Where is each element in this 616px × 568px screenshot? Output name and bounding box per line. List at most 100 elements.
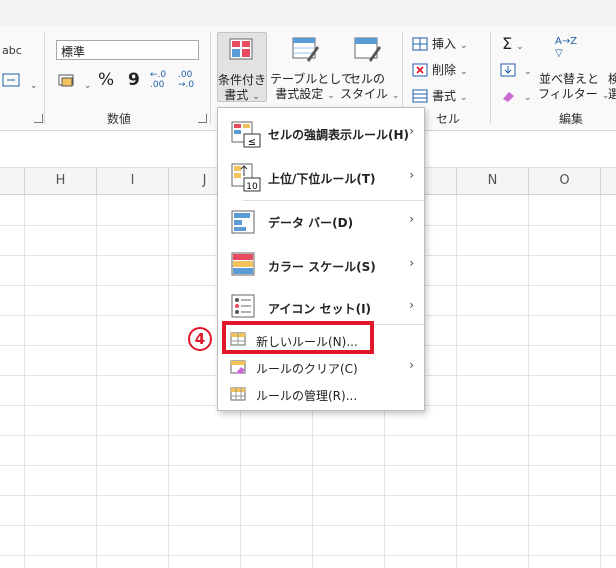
column-header[interactable]: I	[97, 168, 169, 194]
delete-label: 削除	[432, 63, 457, 77]
menu-item-label: 上位/下位ルール(T)	[268, 172, 376, 186]
spelling-button[interactable]: abc	[2, 40, 22, 60]
chevron-down-icon: ⌄	[252, 92, 260, 102]
menu-item-label: アイコン セット(I)	[268, 302, 372, 316]
submenu-arrow-icon: ›	[409, 124, 414, 138]
find-select-button[interactable]: 検選	[604, 32, 616, 102]
number-format-select[interactable]: 標準 ⌄	[56, 40, 199, 60]
conditional-formatting-button[interactable]: 条件付き 書式 ⌄	[217, 32, 267, 102]
percent-icon: %	[98, 70, 115, 90]
format-label: 書式	[432, 89, 457, 103]
decrease-decimal-button[interactable]: .00 →.0	[178, 70, 200, 90]
data-bars-icon	[231, 210, 255, 234]
menu-item-label: セルの強調表示ルール(H)	[268, 128, 410, 142]
svg-text:10: 10	[246, 182, 258, 192]
sort-label-line2: フィルター	[538, 87, 598, 101]
clear-button[interactable]: ⌄	[500, 86, 532, 106]
grid-row-line	[0, 465, 616, 466]
grid-row-line	[0, 495, 616, 496]
chevron-down-icon: ⌄	[61, 43, 70, 54]
top-bottom-icon: 10	[231, 163, 261, 192]
conditional-formatting-menu: ≤ セルの強調表示ルール(H) › 10 上位/下位ルール(T) › データ バ…	[217, 107, 425, 411]
group-label-edit: 編集	[559, 112, 584, 126]
sort-label-line1: 並べ替えと	[538, 72, 599, 86]
cell-styles-button[interactable]: セルの スタイル ⌄	[340, 32, 400, 102]
format-button[interactable]: 書式 ⌄	[412, 86, 468, 106]
find-label-line2: 選	[607, 87, 616, 101]
table-label-line2: 書式設定	[275, 87, 324, 101]
autosum-icon: Σ	[502, 34, 513, 53]
menu-item-color-scales[interactable]: カラー スケール(S) ›	[218, 244, 424, 286]
grid-column-line	[96, 195, 97, 568]
increase-decimal-icon: ←.0 .00	[150, 70, 167, 90]
merge-cells-icon	[2, 73, 20, 87]
column-header[interactable]: O	[529, 168, 601, 194]
autosum-button[interactable]: Σ ⌄	[502, 34, 524, 54]
fill-button[interactable]: ⌄	[500, 60, 532, 80]
grid-row-line	[0, 525, 616, 526]
chevron-down-icon: ⌄	[460, 41, 468, 51]
menu-item-clear-rules[interactable]: ルールのクリア(C) ›	[218, 354, 424, 380]
currency-button[interactable]: ⌄	[58, 72, 91, 92]
chevron-down-icon: ⌄	[516, 42, 524, 52]
submenu-arrow-icon: ›	[409, 212, 414, 226]
group-separator	[210, 32, 211, 124]
delete-button[interactable]: 削除 ⌄	[412, 60, 468, 80]
column-header-stub	[0, 168, 25, 194]
delete-cells-icon	[412, 63, 428, 77]
highlight-cells-icon: ≤	[231, 121, 261, 148]
percent-button[interactable]: %	[98, 70, 114, 90]
increase-decimal-button[interactable]: ←.0 .00	[150, 70, 172, 90]
sort-filter-button[interactable]: A→Z ▽ 並べ替えと フィルター ⌄	[538, 32, 609, 102]
grid-column-line	[168, 195, 169, 568]
menu-item-highlight-rules[interactable]: ≤ セルの強調表示ルール(H) ›	[218, 112, 424, 154]
comma-icon: 9	[128, 70, 140, 90]
number-dialog-launcher[interactable]	[198, 114, 207, 123]
step-number-badge: 4	[188, 327, 212, 351]
insert-label: 挿入	[432, 37, 457, 51]
menu-item-top-bottom-rules[interactable]: 10 上位/下位ルール(T) ›	[218, 156, 424, 198]
menu-item-label: ルールの管理(R)...	[256, 389, 358, 403]
comma-button[interactable]: 9	[128, 70, 140, 90]
menu-item-label: データ バー(D)	[268, 216, 354, 230]
currency-icon	[58, 74, 74, 87]
menu-item-data-bars[interactable]: データ バー(D) ›	[218, 202, 424, 242]
column-header[interactable]: N	[457, 168, 529, 194]
group-label-cells: セル	[436, 112, 461, 126]
chevron-down-icon: ⌄	[29, 81, 38, 91]
submenu-arrow-icon: ›	[409, 168, 414, 182]
find-label-line1: 検	[607, 72, 616, 86]
grid-column-line	[24, 195, 25, 568]
chevron-down-icon: ⌄	[327, 91, 335, 101]
format-as-table-icon	[292, 37, 319, 62]
chevron-down-icon: ⌄	[83, 81, 92, 91]
grid-column-line	[456, 195, 457, 568]
grid-row-line	[0, 555, 616, 556]
format-as-table-button[interactable]: テーブルとして 書式設定 ⌄	[270, 32, 353, 102]
group-label-number: 数値	[107, 112, 132, 126]
cf-label-line1: 条件付き	[218, 73, 267, 87]
clear-rules-icon	[230, 360, 246, 374]
grid-column-line	[528, 195, 529, 568]
eraser-icon	[503, 92, 514, 102]
insert-cells-icon	[412, 37, 428, 51]
merge-center-button[interactable]: ⌄	[2, 72, 37, 92]
chevron-down-icon: ⌄	[460, 93, 468, 103]
fill-down-icon	[500, 63, 516, 77]
group-separator	[44, 32, 45, 124]
submenu-arrow-icon: ›	[409, 358, 414, 372]
style-label-line1: セルの	[348, 72, 385, 86]
chevron-down-icon: ⌄	[524, 67, 532, 77]
column-header[interactable]: H	[25, 168, 97, 194]
insert-button[interactable]: 挿入 ⌄	[412, 34, 468, 54]
submenu-arrow-icon: ›	[409, 256, 414, 270]
grid-row-line	[0, 435, 616, 436]
highlight-box	[222, 321, 374, 354]
style-label-line2: スタイル	[340, 87, 389, 101]
chevron-down-icon: ⌄	[524, 93, 532, 103]
cf-label-line2: 書式	[224, 88, 249, 102]
group-separator	[490, 32, 491, 124]
menu-item-manage-rules[interactable]: ルールの管理(R)...	[218, 382, 424, 408]
alignment-dialog-launcher[interactable]	[34, 114, 43, 123]
sort-filter-icon: A→Z ▽	[555, 36, 578, 59]
